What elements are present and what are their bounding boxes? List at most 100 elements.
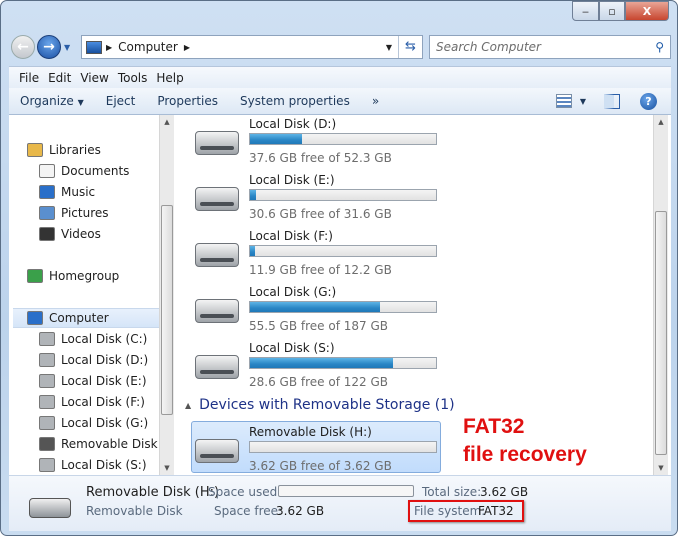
removable-drive-item[interactable]: Removable Disk (H:) 3.62 GB free of 3.62 … bbox=[191, 425, 441, 475]
file-system-value: FAT32 bbox=[478, 504, 514, 518]
menu-bar: File Edit View Tools Help bbox=[9, 66, 671, 88]
sidebar-item[interactable]: Local Disk (C:) bbox=[39, 329, 147, 349]
drive-name: Local Disk (E:) bbox=[249, 173, 335, 187]
view-options-dropdown-icon[interactable]: ▼ bbox=[580, 97, 586, 106]
address-bar[interactable]: ▶ Computer ▶ ▼ ⇆ bbox=[81, 35, 423, 59]
scroll-down-icon[interactable]: ▼ bbox=[654, 461, 668, 475]
drive-icon bbox=[39, 353, 55, 367]
address-dropdown-icon[interactable]: ▼ bbox=[386, 43, 392, 52]
drive-item[interactable]: Local Disk (S:) 28.6 GB free of 122 GB bbox=[191, 341, 441, 395]
drive-free-space: 55.5 GB free of 187 GB bbox=[249, 319, 388, 333]
eject-button[interactable]: Eject bbox=[95, 94, 147, 108]
back-button[interactable]: ← bbox=[11, 35, 35, 59]
sidebar-item[interactable]: Homegroup bbox=[27, 266, 119, 286]
details-drive-name: Removable Disk (H:) bbox=[86, 485, 220, 500]
sidebar-item[interactable]: Documents bbox=[39, 161, 129, 181]
drive-usage-fill bbox=[250, 302, 381, 312]
close-button[interactable]: X bbox=[625, 1, 669, 21]
sidebar-item-label: Local Disk (G:) bbox=[61, 416, 149, 430]
sidebar-item[interactable]: Libraries bbox=[27, 140, 101, 160]
space-used-bar bbox=[278, 485, 414, 497]
recent-pages-dropdown-icon[interactable]: ▼ bbox=[64, 43, 70, 52]
minimize-button[interactable]: ‒ bbox=[572, 1, 599, 21]
properties-button[interactable]: Properties bbox=[146, 94, 229, 108]
sidebar-item[interactable]: Local Disk (E:) bbox=[39, 371, 147, 391]
menu-tools[interactable]: Tools bbox=[118, 71, 157, 85]
search-input[interactable]: Search Computer ⚲ bbox=[429, 35, 671, 59]
sidebar-item[interactable]: Local Disk (G:) bbox=[39, 413, 148, 433]
sidebar-item-label: Local Disk (C:) bbox=[61, 332, 148, 346]
sidebar-item[interactable]: Removable Disk (H:) bbox=[39, 434, 159, 454]
removable-storage-group-header[interactable]: ▲ Devices with Removable Storage (1) bbox=[185, 397, 455, 413]
forward-button[interactable]: → bbox=[37, 35, 61, 59]
drive-name: Local Disk (G:) bbox=[249, 285, 337, 299]
scroll-up-icon[interactable]: ▲ bbox=[160, 115, 174, 129]
breadcrumb-computer[interactable]: Computer bbox=[118, 40, 178, 54]
drives-view: ▲ Devices with Removable Storage (1) Loca… bbox=[175, 115, 653, 475]
group-title: Devices with Removable Storage (1) bbox=[199, 397, 455, 413]
navigation-pane-scrollbar[interactable]: ▲ ▼ bbox=[159, 115, 174, 475]
drive-item[interactable]: Local Disk (E:) 30.6 GB free of 31.6 GB bbox=[191, 173, 441, 227]
drives-view-scrollbar[interactable]: ▲ ▼ bbox=[653, 115, 668, 475]
organize-button[interactable]: Organize ▼ bbox=[9, 94, 95, 108]
space-used-label: Space used: bbox=[208, 485, 282, 499]
space-free-value: 3.62 GB bbox=[276, 504, 325, 518]
maximize-button[interactable]: ▫ bbox=[599, 1, 625, 21]
sidebar-item[interactable]: Videos bbox=[39, 224, 101, 244]
breadcrumb-chevron-icon[interactable]: ▶ bbox=[184, 43, 190, 52]
preview-pane-icon[interactable] bbox=[604, 93, 620, 109]
drive-usage-fill bbox=[250, 134, 303, 144]
drive-item[interactable]: Local Disk (F:) 11.9 GB free of 12.2 GB bbox=[191, 229, 441, 283]
sidebar-item-label: Documents bbox=[61, 164, 130, 178]
sidebar-item-label: Libraries bbox=[49, 143, 101, 157]
computer-icon bbox=[27, 311, 43, 325]
drive-usage-fill bbox=[250, 246, 255, 256]
sidebar-item[interactable]: Local Disk (F:) bbox=[39, 392, 145, 412]
system-drive-icon bbox=[39, 332, 55, 346]
organize-label: Organize bbox=[20, 94, 74, 108]
scroll-up-icon[interactable]: ▲ bbox=[654, 115, 668, 129]
drive-icon bbox=[39, 374, 55, 388]
file-system-label: File system: bbox=[414, 504, 486, 518]
sidebar-item-label: Local Disk (F:) bbox=[61, 395, 145, 409]
sidebar-item-label: Videos bbox=[61, 227, 101, 241]
drive-item[interactable]: Local Disk (G:) 55.5 GB free of 187 GB bbox=[191, 285, 441, 339]
menu-view[interactable]: View bbox=[80, 71, 117, 85]
content-area: Libraries Documents Music Pictures Videos Hom… bbox=[9, 115, 671, 475]
menu-file[interactable]: File bbox=[9, 71, 48, 85]
sidebar-item-label: Pictures bbox=[61, 206, 109, 220]
help-icon[interactable]: ? bbox=[640, 92, 657, 110]
sidebar-item[interactable]: Local Disk (S:) bbox=[39, 455, 147, 475]
drive-name: Local Disk (D:) bbox=[249, 117, 337, 131]
breadcrumb-separator-icon[interactable]: ▶ bbox=[106, 43, 112, 52]
change-view-icon[interactable] bbox=[555, 94, 572, 108]
menu-help[interactable]: Help bbox=[156, 71, 192, 85]
scrollbar-thumb[interactable] bbox=[655, 211, 667, 455]
drive-item[interactable]: Local Disk (D:) 37.6 GB free of 52.3 GB bbox=[191, 117, 441, 171]
scrollbar-thumb[interactable] bbox=[161, 205, 173, 415]
more-commands-button[interactable]: » bbox=[361, 94, 390, 108]
drive-icon bbox=[39, 395, 55, 409]
collapse-icon[interactable]: ▲ bbox=[185, 401, 191, 410]
search-icon[interactable]: ⚲ bbox=[655, 40, 664, 54]
drive-icon bbox=[39, 458, 55, 472]
drive-icon bbox=[195, 243, 239, 267]
computer-icon bbox=[86, 40, 102, 54]
menu-edit[interactable]: Edit bbox=[48, 71, 80, 85]
music-icon bbox=[39, 185, 55, 199]
system-properties-button[interactable]: System properties bbox=[229, 94, 361, 108]
sidebar-item[interactable]: Local Disk (D:) bbox=[39, 350, 148, 370]
sidebar-item-label: Computer bbox=[49, 311, 109, 325]
refresh-button[interactable]: ⇆ bbox=[398, 36, 422, 58]
total-size-label: Total size: bbox=[422, 485, 482, 499]
sidebar-item[interactable]: Music bbox=[39, 182, 95, 202]
sidebar-item[interactable]: Computer bbox=[13, 308, 159, 328]
sidebar-item[interactable]: Pictures bbox=[39, 203, 109, 223]
window-controls: ‒ ▫ X bbox=[572, 1, 669, 21]
scroll-down-icon[interactable]: ▼ bbox=[160, 461, 174, 475]
homegroup-icon bbox=[27, 269, 43, 283]
sidebar-item-label: Removable Disk (H:) bbox=[61, 437, 159, 451]
drive-name: Removable Disk (H:) bbox=[249, 425, 372, 439]
details-pane: Removable Disk (H:) Removable Disk Space… bbox=[9, 475, 671, 531]
drive-icon bbox=[195, 439, 239, 463]
